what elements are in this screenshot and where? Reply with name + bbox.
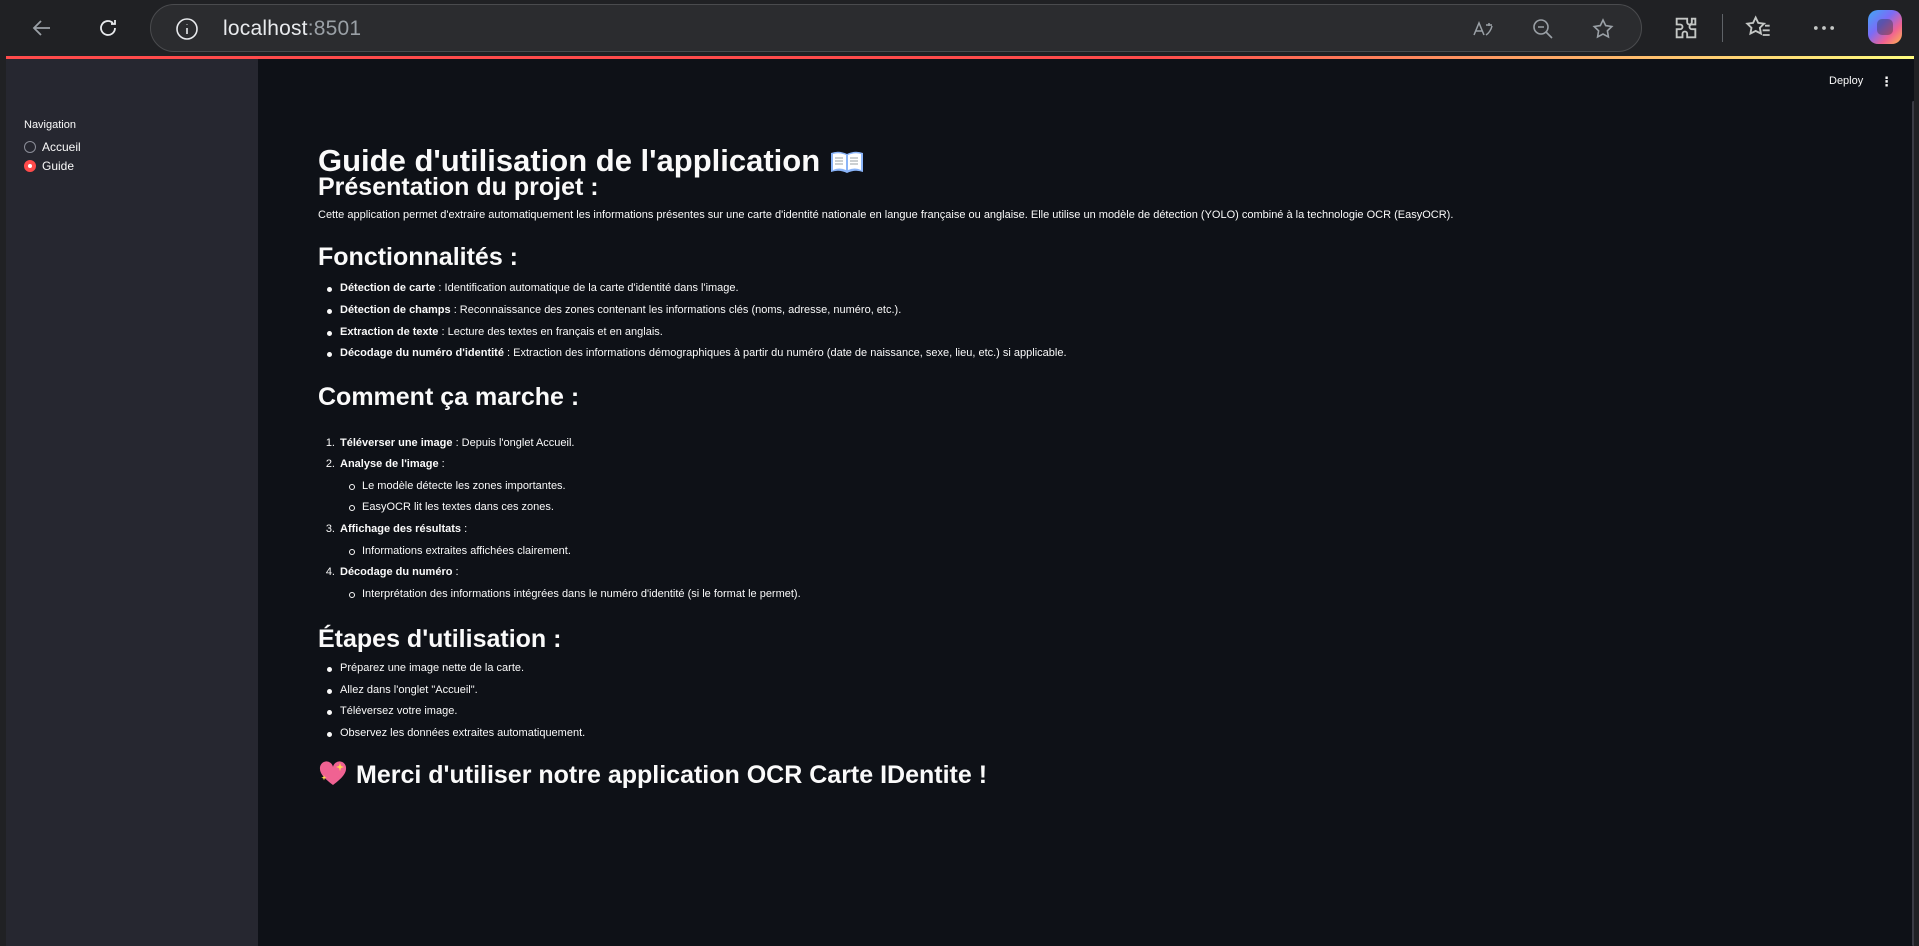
- copilot-icon[interactable]: [1868, 10, 1902, 44]
- sub-bullet-icon: [349, 592, 355, 598]
- toolbar-divider: [1722, 14, 1723, 42]
- radio-option-guide[interactable]: Guide: [24, 159, 74, 173]
- section-heading-how: Comment ça marche :: [318, 383, 580, 411]
- navigation-title: Navigation: [24, 119, 76, 131]
- radio-unselected-icon[interactable]: [24, 141, 36, 153]
- radio-selected-icon[interactable]: [24, 160, 36, 172]
- list-item: 1. Téléverser une image : Depuis l'onglet…: [325, 437, 575, 449]
- section-heading-features: Fonctionnalités :: [318, 243, 518, 271]
- presentation-text: Cette application permet d'extraire auto…: [318, 209, 1454, 221]
- address-bar[interactable]: localhost:8501: [150, 4, 1642, 52]
- favorites-icon[interactable]: [1744, 14, 1772, 42]
- deploy-button[interactable]: Deploy: [1829, 75, 1863, 87]
- list-item: Informations extraites affichées clairem…: [349, 545, 571, 557]
- sub-bullet-icon: [349, 484, 355, 490]
- extensions-icon[interactable]: [1672, 14, 1700, 42]
- more-options-icon[interactable]: [1810, 14, 1838, 42]
- main-menu-icon[interactable]: ⋮: [1880, 74, 1893, 90]
- browser-toolbar: localhost:8501: [0, 0, 1919, 56]
- bullet-icon: [327, 331, 332, 336]
- radio-label: Guide: [42, 159, 75, 173]
- thanks-heading: Merci d'utiliser notre application OCR C…: [318, 761, 987, 790]
- list-item: Le modèle détecte les zones importantes.: [349, 480, 566, 492]
- bullet-icon: [327, 710, 332, 715]
- list-item: Détection de champs : Reconnaissance des…: [327, 304, 901, 316]
- favorite-star-icon[interactable]: [1591, 17, 1615, 41]
- open-book-icon: [831, 151, 864, 173]
- list-item: Interprétation des informations intégrée…: [349, 588, 801, 600]
- sub-bullet-icon: [349, 505, 355, 511]
- list-item: Allez dans l'onglet "Accueil".: [327, 684, 478, 696]
- site-info-icon[interactable]: [175, 17, 199, 41]
- bullet-icon: [327, 732, 332, 737]
- read-aloud-icon[interactable]: [1471, 17, 1495, 41]
- list-item: 2. Analyse de l'image :: [325, 458, 445, 470]
- radio-option-accueil[interactable]: Accueil: [24, 140, 81, 154]
- list-item: Observez les données extraites automatiq…: [327, 727, 585, 739]
- sidebar: Navigation Accueil Guide: [6, 57, 258, 946]
- section-heading-presentation: Présentation du projet :: [318, 173, 599, 201]
- list-item: Téléversez votre image.: [327, 705, 457, 717]
- zoom-out-icon[interactable]: [1531, 17, 1555, 41]
- bullet-icon: [327, 689, 332, 694]
- list-item: 4. Décodage du numéro :: [325, 566, 459, 578]
- bullet-icon: [327, 287, 332, 292]
- list-item: Préparez une image nette de la carte.: [327, 662, 524, 674]
- radio-label: Accueil: [42, 140, 81, 154]
- list-item: Détection de carte : Identification auto…: [327, 282, 739, 294]
- back-icon[interactable]: [22, 8, 62, 48]
- url-text: localhost:8501: [223, 17, 362, 40]
- sparkling-heart-icon: [319, 761, 347, 785]
- list-item: Extraction de texte : Lecture des textes…: [327, 326, 663, 338]
- bullet-icon: [327, 667, 332, 672]
- sub-bullet-icon: [349, 549, 355, 555]
- scrollbar[interactable]: [1912, 101, 1914, 946]
- app-top-decoration: [6, 56, 1914, 59]
- bullet-icon: [327, 352, 332, 357]
- list-item: 3. Affichage des résultats :: [325, 523, 468, 535]
- refresh-icon[interactable]: [88, 8, 128, 48]
- list-item: EasyOCR lit les textes dans ces zones.: [349, 501, 554, 513]
- streamlit-app: Navigation Accueil Guide Deploy ⋮ Guide …: [6, 57, 1914, 946]
- bullet-icon: [327, 309, 332, 314]
- list-item: Décodage du numéro d'identité : Extracti…: [327, 347, 1067, 359]
- section-heading-usage: Étapes d'utilisation :: [318, 625, 562, 653]
